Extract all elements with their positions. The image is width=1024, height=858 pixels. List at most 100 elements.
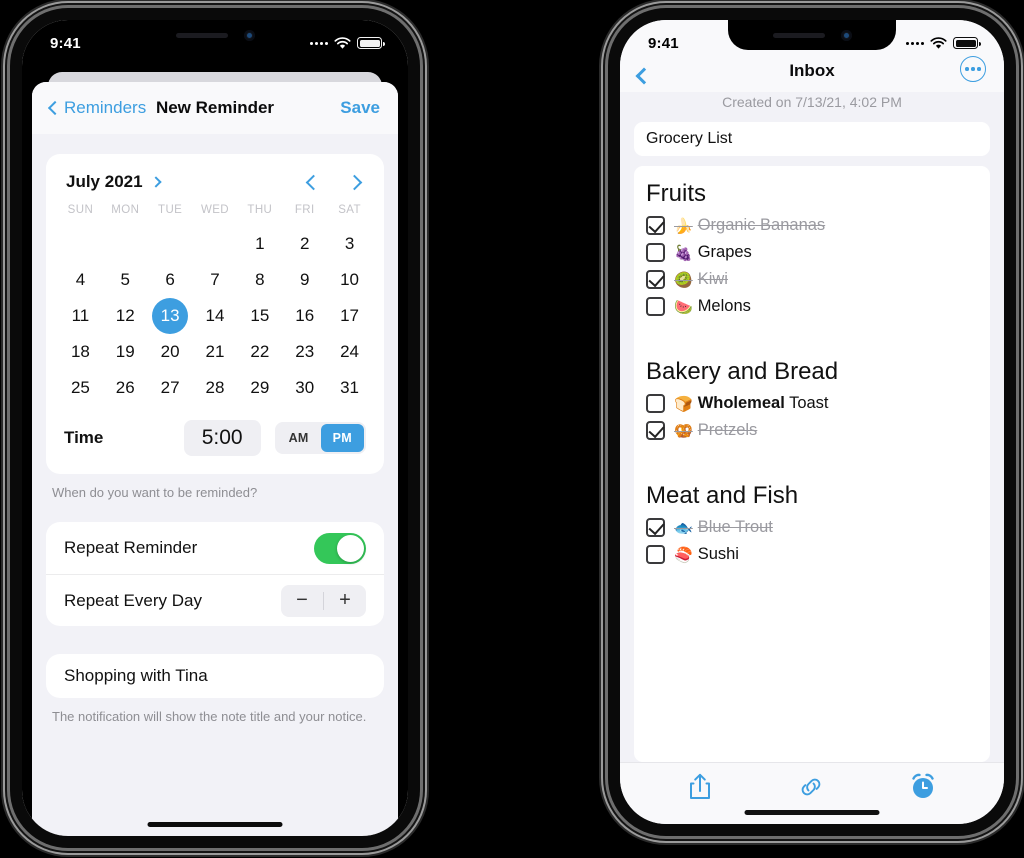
- calendar-day[interactable]: 4: [58, 262, 103, 298]
- save-button[interactable]: Save: [340, 98, 380, 118]
- next-month-button[interactable]: [346, 174, 363, 190]
- link-icon[interactable]: [796, 775, 826, 799]
- am-option[interactable]: AM: [277, 424, 321, 452]
- calendar-day[interactable]: 16: [282, 298, 327, 334]
- calendar-day-number: 10: [340, 270, 360, 289]
- calendar-day-number: 17: [340, 306, 360, 325]
- calendar-day[interactable]: 27: [148, 370, 193, 406]
- month-selector[interactable]: July 2021: [66, 172, 162, 192]
- home-indicator-left[interactable]: [147, 822, 283, 827]
- checklist-item-label: 🍞 Wholemeal Toast: [674, 394, 829, 413]
- calendar-day[interactable]: 9: [282, 262, 327, 298]
- checkbox-checked[interactable]: [646, 270, 665, 289]
- calendar-day[interactable]: 30: [282, 370, 327, 406]
- calendar-day[interactable]: 12: [103, 298, 148, 334]
- calendar-day[interactable]: 24: [327, 334, 372, 370]
- calendar-day-number: 3: [344, 234, 355, 253]
- calendar-day[interactable]: 8: [237, 262, 282, 298]
- checklist-item[interactable]: 🐟 Blue Trout: [646, 514, 978, 541]
- checklist-item[interactable]: 🥨 Pretzels: [646, 417, 978, 444]
- item-emoji-icon: 🍌: [674, 217, 693, 235]
- checklist-item[interactable]: 🥝 Kiwi: [646, 266, 978, 293]
- calendar-day-number: 29: [250, 378, 270, 397]
- checkbox-checked[interactable]: [646, 518, 665, 537]
- checklist-item-label: 🍉 Melons: [674, 297, 751, 316]
- calendar-day[interactable]: 6: [148, 262, 193, 298]
- item-emoji-icon: 🍣: [674, 546, 693, 564]
- back-button[interactable]: [635, 67, 653, 85]
- calendar-day[interactable]: 14: [193, 298, 238, 334]
- checkbox-unchecked[interactable]: [646, 545, 665, 564]
- home-indicator-right[interactable]: [744, 810, 880, 815]
- more-options-button[interactable]: [960, 56, 986, 82]
- calendar-day[interactable]: 3: [327, 226, 372, 262]
- note-title-field[interactable]: Shopping with Tina: [46, 654, 384, 698]
- calendar-day[interactable]: 25: [58, 370, 103, 406]
- calendar-day[interactable]: 10: [327, 262, 372, 298]
- repeat-every-row: Repeat Every Day − +: [46, 574, 384, 626]
- weekday-header: SAT: [338, 204, 361, 216]
- checklist-item-label: 🥝 Kiwi: [674, 270, 728, 289]
- repeat-stepper: − +: [281, 584, 366, 617]
- time-value-field[interactable]: 5:00: [183, 420, 261, 456]
- calendar-day-number: 4: [75, 270, 86, 289]
- repeat-card: Repeat Reminder Repeat Every Day − +: [46, 522, 384, 626]
- checklist-item[interactable]: 🍣 Sushi: [646, 541, 978, 568]
- checklist-item[interactable]: 🍌 Organic Bananas: [646, 212, 978, 239]
- phone-left-screen: 9:41 Reminders New Reminder Save July 20…: [22, 20, 408, 836]
- checklist-item[interactable]: 🍉 Melons: [646, 293, 978, 320]
- calendar-day[interactable]: 28: [193, 370, 238, 406]
- calendar-day[interactable]: 31: [327, 370, 372, 406]
- checklist-item-label: 🍌 Organic Bananas: [674, 216, 825, 235]
- calendar-day-selected[interactable]: 13: [148, 298, 193, 334]
- item-text: Melons: [697, 297, 751, 315]
- calendar-day[interactable]: 21: [193, 334, 238, 370]
- note-footnote: The notification will show the note titl…: [52, 709, 367, 724]
- stepper-plus-button[interactable]: +: [324, 585, 366, 617]
- stepper-minus-button[interactable]: −: [281, 585, 323, 617]
- note-title-value: Shopping with Tina: [64, 666, 208, 685]
- calendar-day[interactable]: 2: [282, 226, 327, 262]
- alarm-clock-icon[interactable]: [909, 772, 937, 802]
- calendar-day[interactable]: 5: [103, 262, 148, 298]
- calendar-day-number: 11: [71, 306, 90, 325]
- chevron-right-icon: [149, 176, 162, 188]
- calendar-day-number: 20: [160, 342, 180, 361]
- calendar-day[interactable]: 17: [327, 298, 372, 334]
- calendar-day[interactable]: 7: [193, 262, 238, 298]
- calendar-day[interactable]: 18: [58, 334, 103, 370]
- calendar-day-number: 15: [250, 306, 270, 325]
- calendar-day[interactable]: 20: [148, 334, 193, 370]
- calendar-day[interactable]: 23: [282, 334, 327, 370]
- checkbox-checked[interactable]: [646, 421, 665, 440]
- checkbox-checked[interactable]: [646, 216, 665, 235]
- calendar-day[interactable]: 26: [103, 370, 148, 406]
- calendar-day-number: 2: [299, 234, 310, 253]
- calendar-day[interactable]: 19: [103, 334, 148, 370]
- share-icon[interactable]: [687, 772, 713, 802]
- prev-month-button[interactable]: [305, 174, 322, 190]
- checklist-item[interactable]: 🍇 Grapes: [646, 239, 978, 266]
- checkbox-unchecked[interactable]: [646, 297, 665, 316]
- calendar-day-number: 7: [210, 270, 220, 289]
- pm-option[interactable]: PM: [320, 424, 364, 452]
- calendar-day[interactable]: 11: [58, 298, 103, 334]
- calendar-day-number: 13: [152, 298, 189, 334]
- screenshot-stage: 9:41 Reminders New Reminder Save July 20…: [0, 0, 1024, 858]
- chevron-left-icon: [47, 100, 63, 116]
- repeat-reminder-toggle[interactable]: [314, 532, 366, 564]
- checkbox-unchecked[interactable]: [646, 243, 665, 262]
- checkbox-unchecked[interactable]: [646, 394, 665, 413]
- front-camera-icon: [840, 29, 852, 41]
- calendar-day[interactable]: 1: [237, 226, 282, 262]
- calendar-day[interactable]: 29: [237, 370, 282, 406]
- back-to-reminders-button[interactable]: Reminders: [47, 98, 146, 118]
- note-title-input[interactable]: Grocery List: [634, 122, 990, 156]
- checklist-item[interactable]: 🍞 Wholemeal Toast: [646, 390, 978, 417]
- calendar-day[interactable]: 15: [237, 298, 282, 334]
- calendar-grid: SUN MON TUE WED THU FRI SAT 1 2 3 4 5 6 7 8 9 10 11 12 13 14…: [46, 200, 384, 414]
- calendar-day[interactable]: 22: [237, 334, 282, 370]
- page-title: Inbox: [789, 61, 835, 80]
- calendar-day-number: 30: [295, 378, 315, 397]
